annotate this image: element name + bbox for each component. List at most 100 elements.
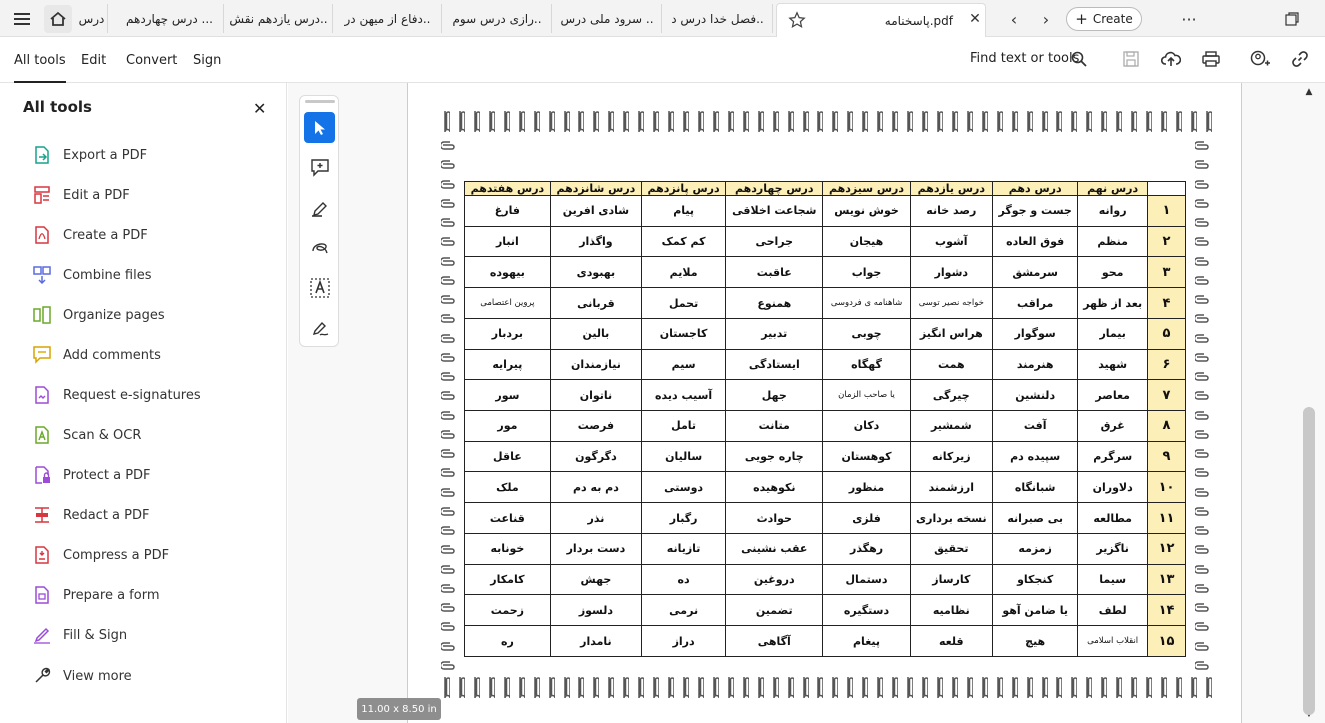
table-cell: ناگزیر: [1077, 532, 1148, 565]
table-row: ۱۰ دلاوران شبانگاه ارزشمند منظور نکوهیده دوستی…: [464, 471, 1186, 504]
tool-scan-ocr[interactable]: Scan & OCR: [33, 423, 141, 447]
paperclip-icon: [608, 677, 615, 699]
table-cell: پیام: [641, 195, 727, 227]
scroll-up-icon[interactable]: ▲: [1303, 87, 1315, 97]
paperclip-icon: [441, 545, 455, 554]
tool-view-more[interactable]: View more: [33, 664, 132, 688]
menu-sign[interactable]: Sign: [193, 37, 221, 83]
menu-icon[interactable]: [8, 6, 36, 32]
star-icon[interactable]: [787, 10, 807, 30]
scrollbar-thumb[interactable]: [1303, 407, 1315, 715]
paperclip-icon: [518, 677, 525, 699]
drag-handle[interactable]: [305, 100, 335, 103]
table-cell: خونابه: [464, 532, 551, 565]
add-user-icon[interactable]: [1248, 47, 1272, 71]
link-icon[interactable]: [1288, 47, 1312, 71]
tool-combine-files[interactable]: Combine files: [33, 263, 152, 287]
paperclip-icon: [441, 141, 455, 150]
tool-redact-pdf[interactable]: Redact a PDF: [33, 503, 149, 527]
table-cell: انبار: [464, 225, 551, 258]
paperclip-icon: [1161, 111, 1167, 133]
answer-table: درس نهم درس دهم درس یازدهم درس سیزدهم در…: [464, 181, 1186, 657]
paperclip-icon: [489, 111, 495, 133]
paperclip-icon: [892, 677, 899, 699]
paperclip-icon: [952, 111, 958, 133]
paperclip-icon: [441, 661, 455, 670]
tab-5[interactable]: سرود ملی درس ..: [553, 4, 662, 33]
table-cell: فوق العاده: [991, 225, 1079, 258]
row-number: ۹: [1147, 440, 1186, 473]
sign-tool-button[interactable]: [304, 312, 335, 343]
menu-bar: All tools Edit Convert Sign Find text or…: [0, 37, 1325, 83]
tab-2[interactable]: درس یازدهم نقش..: [225, 4, 333, 33]
paperclip-icon: [1195, 468, 1209, 477]
tool-organize-pages[interactable]: Organize pages: [33, 303, 165, 327]
tab-3[interactable]: دفاع از میهن در..: [334, 4, 442, 33]
table-cell: رگبار: [641, 502, 727, 534]
close-icon[interactable]: ✕: [253, 99, 266, 118]
tab-6[interactable]: فصل خدا درس د..: [663, 4, 773, 33]
paperclip-icon: [623, 111, 630, 133]
menu-convert[interactable]: Convert: [126, 37, 177, 83]
tab-1[interactable]: درس چهاردهم ...: [116, 4, 224, 33]
save-icon[interactable]: [1120, 48, 1142, 70]
chevron-right-icon[interactable]: ›: [1034, 6, 1058, 32]
header-cell: درس چهاردهم: [725, 181, 824, 196]
paperclip-icon: [817, 677, 824, 699]
tool-request-esignatures[interactable]: Request e-signatures: [33, 383, 201, 407]
paperclip-icon: [653, 677, 660, 699]
table-row: ۱۴ لطف یا ضامن آهو نظامیه دستگیره تضمین نرمی دل…: [464, 594, 1186, 627]
tool-export-pdf[interactable]: Export a PDF: [33, 143, 147, 167]
tab-0[interactable]: درس: [76, 4, 108, 33]
draw-tool-button[interactable]: [304, 232, 335, 263]
tool-fill-sign[interactable]: Fill & Sign: [33, 623, 127, 647]
paperclip-icon: [1195, 584, 1209, 593]
table-cell: تدبیر: [725, 317, 824, 350]
comment-tool-button[interactable]: [304, 152, 335, 183]
table-cell: دگرگون: [549, 440, 643, 473]
highlight-tool-button[interactable]: [304, 192, 335, 223]
table-cell: همت: [909, 348, 993, 381]
tool-protect-pdf[interactable]: Protect a PDF: [33, 463, 151, 487]
tab-4[interactable]: رازی درس سوم..: [443, 4, 552, 33]
menu-all-tools[interactable]: All tools: [14, 37, 66, 83]
highlighter-icon: [311, 201, 327, 217]
text-tool-button[interactable]: [304, 272, 335, 303]
paperclip-icon: [444, 677, 450, 699]
tool-prepare-form[interactable]: Prepare a form: [33, 583, 159, 607]
cloud-upload-icon[interactable]: [1159, 47, 1183, 71]
restore-window-icon[interactable]: [1280, 7, 1304, 31]
home-icon[interactable]: [44, 5, 72, 33]
close-tab-icon[interactable]: ✕: [967, 11, 983, 27]
create-button[interactable]: + Create: [1066, 7, 1142, 31]
tool-compress-pdf[interactable]: Compress a PDF: [33, 543, 169, 567]
find-text-or-tools[interactable]: Find text or tools: [970, 51, 1079, 66]
table-cell: عاقبت: [725, 256, 824, 289]
select-tool-button[interactable]: [304, 112, 335, 143]
paperclip-icon: [441, 507, 455, 516]
organize-pages-icon: [33, 306, 51, 324]
row-number: ۱۵: [1147, 625, 1186, 657]
header-blank: [1147, 181, 1186, 196]
table-cell: آگاهی: [725, 625, 824, 657]
table-cell: نکوهیده: [725, 471, 824, 504]
paperclip-icon: [548, 111, 555, 133]
menu-edit[interactable]: Edit: [81, 37, 106, 83]
paperclip-icon: [578, 677, 585, 699]
paperclip-icon: [1195, 141, 1209, 150]
tool-edit-pdf[interactable]: Edit a PDF: [33, 183, 130, 207]
tool-create-pdf[interactable]: Create a PDF: [33, 223, 148, 247]
chevron-left-icon[interactable]: ‹: [1002, 6, 1026, 32]
wrench-icon: [33, 667, 51, 685]
tab-active[interactable]: پاسخنامه.pdf ✕: [776, 3, 986, 37]
paperclip-icon: [1191, 677, 1197, 699]
table-cell: تحمل: [641, 287, 727, 319]
print-icon[interactable]: [1199, 47, 1223, 71]
more-icon[interactable]: ···: [1175, 6, 1203, 32]
tool-add-comments[interactable]: Add comments: [33, 343, 161, 367]
paperclip-icon: [1041, 111, 1048, 133]
row-number: ۱۰: [1147, 471, 1186, 504]
paperclip-icon: [1195, 237, 1209, 246]
search-icon[interactable]: [1068, 48, 1090, 70]
table-cell: نظامیه: [909, 594, 993, 627]
